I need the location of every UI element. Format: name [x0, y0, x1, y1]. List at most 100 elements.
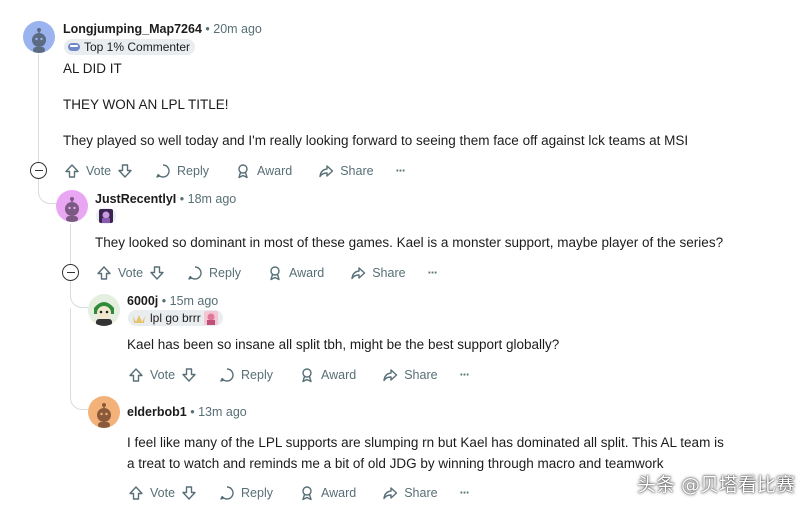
custom-avatar-icon [94, 302, 114, 326]
comment-body-line: Kael has been so insane all split tbh, m… [127, 337, 560, 352]
vote-label: Vote [86, 164, 112, 178]
share-button[interactable]: Share [350, 265, 406, 281]
vote-group: Vote [128, 367, 197, 383]
share-button[interactable]: Share [382, 485, 438, 501]
timestamp: • 18m ago [179, 192, 237, 206]
vote-group: Vote [64, 163, 133, 179]
upvote-icon[interactable] [128, 367, 144, 383]
comment-body-line: They played so well today and I'm really… [63, 133, 689, 148]
snoo-avatar-icon [97, 403, 111, 428]
reply-button[interactable]: Reply [219, 485, 273, 501]
reply-button[interactable]: Reply [187, 265, 241, 281]
flair-emoji-icon [99, 209, 113, 223]
username[interactable]: elderbob1 • 13m ago [127, 405, 247, 419]
thread-connector [70, 281, 88, 308]
vote-group: Vote [96, 265, 165, 281]
comment-bubble-icon [219, 367, 235, 383]
timestamp: • 20m ago [205, 22, 262, 36]
award-button[interactable]: Award [299, 367, 356, 383]
award-icon [299, 485, 315, 501]
comment-body-line: a treat to watch and reminds me a bit of… [127, 456, 664, 471]
reply-button[interactable]: Reply [155, 163, 209, 179]
reply-button[interactable]: Reply [219, 367, 273, 383]
user-flair [96, 208, 116, 224]
comment-actions: Vote Reply Award Share ··· [64, 161, 406, 181]
avatar[interactable] [88, 396, 120, 428]
more-options-label: ··· [459, 486, 470, 500]
upvote-icon[interactable] [96, 265, 112, 281]
comment-bubble-icon [219, 485, 235, 501]
collapse-thread-button[interactable] [62, 264, 79, 281]
more-options-label: ··· [427, 266, 438, 280]
award-label: Award [321, 486, 357, 500]
avatar[interactable] [23, 21, 55, 53]
username-text[interactable]: 6000j [127, 294, 158, 308]
award-label: Award [321, 368, 357, 382]
award-button[interactable]: Award [299, 485, 356, 501]
share-label: Share [372, 266, 406, 280]
more-options-label: ··· [395, 164, 406, 178]
award-label: Award [257, 164, 293, 178]
comment-body-line: I feel like many of the LPL supports are… [127, 435, 724, 450]
share-button[interactable]: Share [318, 163, 374, 179]
comment-body-line: THEY WON AN LPL TITLE! [63, 97, 229, 112]
comment-actions: Vote Reply Award Share ··· [128, 365, 470, 385]
more-options-label: ··· [459, 368, 470, 382]
reply-label: Reply [177, 164, 209, 178]
timestamp: • 15m ago [161, 294, 219, 308]
upvote-icon[interactable] [64, 163, 80, 179]
share-label: Share [404, 486, 438, 500]
share-button[interactable]: Share [382, 367, 438, 383]
award-icon [235, 163, 251, 179]
downvote-icon[interactable] [117, 163, 133, 179]
username[interactable]: Longjumping_Map7264 • 20m ago [63, 22, 262, 36]
avatar[interactable] [88, 294, 120, 326]
vote-label: Vote [118, 266, 144, 280]
share-label: Share [404, 368, 438, 382]
share-icon [382, 367, 398, 383]
thread-connector [38, 178, 56, 204]
downvote-icon[interactable] [149, 265, 165, 281]
award-icon [267, 265, 283, 281]
comment-bubble-icon [187, 265, 203, 281]
more-options-button[interactable]: ··· [396, 164, 406, 178]
comment-body-line: They looked so dominant in most of these… [95, 235, 724, 250]
flair-emoji-icon [203, 311, 218, 325]
upvote-icon[interactable] [128, 485, 144, 501]
share-icon [318, 163, 334, 179]
avatar[interactable] [56, 190, 88, 222]
user-flair: Top 1% Commenter [64, 39, 196, 55]
share-icon [350, 265, 366, 281]
reply-label: Reply [209, 266, 241, 280]
thread-line [38, 54, 39, 164]
snoo-avatar-icon [65, 197, 79, 222]
comment-actions: Vote Reply Award Share ··· [128, 483, 470, 503]
share-label: Share [340, 164, 374, 178]
username-text[interactable]: Longjumping_Map7264 [63, 22, 202, 36]
watermark: 头条 @贝塔看比赛 [636, 474, 795, 496]
username[interactable]: JustRecentlyI • 18m ago [95, 192, 236, 206]
snoo-avatar-icon [32, 28, 46, 53]
more-options-button[interactable]: ··· [460, 368, 470, 382]
username-text[interactable]: JustRecentlyI [95, 192, 176, 206]
award-label: Award [289, 266, 325, 280]
comment-badge-icon [68, 43, 80, 51]
downvote-icon[interactable] [181, 485, 197, 501]
timestamp: • 13m ago [190, 405, 247, 419]
more-options-button[interactable]: ··· [428, 266, 438, 280]
username[interactable]: 6000j • 15m ago [127, 294, 218, 308]
thread-line [70, 308, 71, 396]
user-flair: lpl go brrr [128, 310, 223, 326]
username-text[interactable]: elderbob1 [127, 405, 187, 419]
flair-text: lpl go brrr [150, 311, 201, 325]
award-button[interactable]: Award [267, 265, 324, 281]
award-icon [299, 367, 315, 383]
reply-label: Reply [241, 368, 273, 382]
reply-label: Reply [241, 486, 273, 500]
award-button[interactable]: Award [235, 163, 292, 179]
collapse-thread-button[interactable] [30, 162, 47, 179]
vote-label: Vote [150, 368, 176, 382]
more-options-button[interactable]: ··· [460, 486, 470, 500]
flair-text: Top 1% Commenter [84, 40, 191, 54]
downvote-icon[interactable] [181, 367, 197, 383]
